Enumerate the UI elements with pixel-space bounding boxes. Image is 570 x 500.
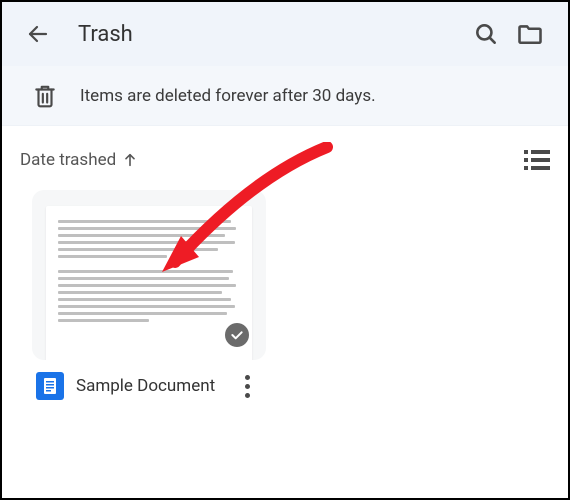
arrow-up-icon <box>122 152 138 168</box>
more-vertical-icon <box>245 375 250 380</box>
folder-button[interactable] <box>508 20 552 48</box>
file-grid: Sample Document <box>2 180 568 410</box>
document-preview <box>46 206 252 360</box>
list-view-icon <box>524 150 550 170</box>
search-button[interactable] <box>464 21 508 47</box>
back-button[interactable] <box>18 22 58 46</box>
file-name: Sample Document <box>76 376 220 396</box>
offline-badge <box>222 320 252 350</box>
check-circle-icon <box>229 327 245 343</box>
google-docs-icon <box>36 372 64 400</box>
list-controls: Date trashed <box>2 126 568 180</box>
sort-label: Date trashed <box>20 150 116 170</box>
folder-icon <box>516 20 544 48</box>
trash-icon <box>32 83 58 109</box>
file-footer: Sample Document <box>32 360 266 400</box>
file-item: Sample Document <box>32 190 266 400</box>
file-thumbnail[interactable] <box>32 190 266 360</box>
more-options-button[interactable] <box>232 375 262 398</box>
arrow-left-icon <box>26 22 50 46</box>
view-toggle-button[interactable] <box>524 150 550 170</box>
info-text: Items are deleted forever after 30 days. <box>80 86 376 106</box>
info-banner: Items are deleted forever after 30 days. <box>2 66 568 126</box>
search-icon <box>473 21 499 47</box>
app-header: Trash <box>2 2 568 66</box>
sort-button[interactable]: Date trashed <box>20 150 138 170</box>
page-title: Trash <box>78 22 464 47</box>
